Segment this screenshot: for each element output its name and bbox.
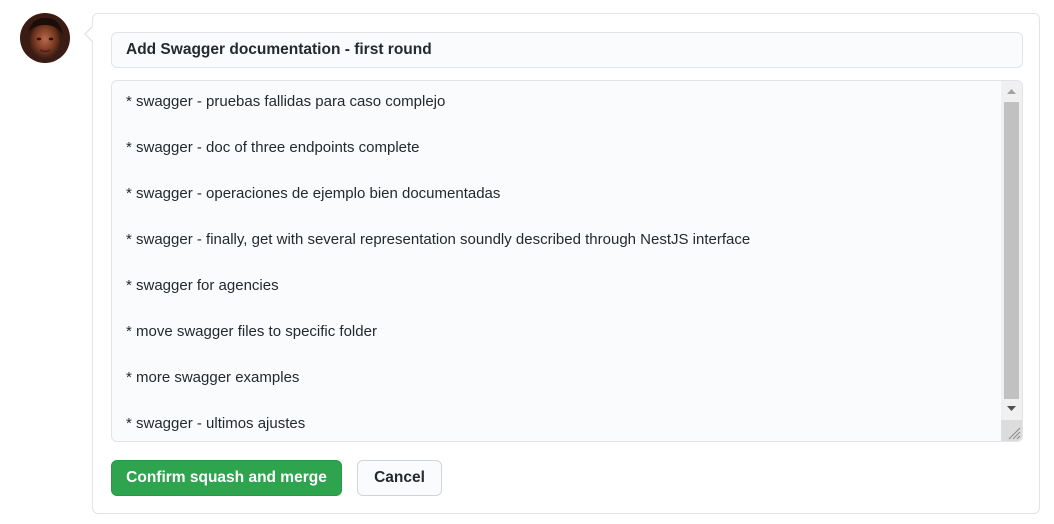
commit-message-line: * more swagger examples (126, 369, 300, 386)
avatar[interactable] (20, 13, 70, 63)
confirm-squash-and-merge-button[interactable]: Confirm squash and merge (111, 460, 342, 496)
resize-grip-icon[interactable] (1001, 420, 1022, 441)
commit-message-line: * swagger - finally, get with several re… (126, 231, 751, 248)
panel-caret-inner (86, 27, 93, 41)
commit-message-line: * swagger for agencies (126, 277, 279, 294)
vertical-scrollbar[interactable] (1001, 81, 1022, 441)
scrollbar-thumb[interactable] (1004, 102, 1019, 399)
commit-message-line: * swagger - operaciones de ejemplo bien … (126, 185, 501, 202)
commit-message-line: * swagger - pruebas fallidas para caso c… (126, 93, 446, 110)
commit-message-line: * swagger - ultimos ajustes (126, 415, 306, 432)
commit-title-input[interactable] (111, 32, 1023, 68)
commit-message-line: * swagger - doc of three endpoints compl… (126, 139, 420, 156)
commit-message-line: * move swagger files to specific folder (126, 323, 377, 340)
commit-message-lines: * swagger - pruebas fallidas para caso c… (126, 91, 998, 441)
cancel-button[interactable]: Cancel (357, 460, 442, 496)
scroll-up-arrow-icon[interactable] (1001, 83, 1022, 100)
merge-form-panel: * swagger - pruebas fallidas para caso c… (84, 13, 1040, 514)
commit-message-textarea[interactable]: * swagger - pruebas fallidas para caso c… (111, 80, 1023, 442)
scroll-down-arrow-icon[interactable] (1001, 400, 1022, 417)
